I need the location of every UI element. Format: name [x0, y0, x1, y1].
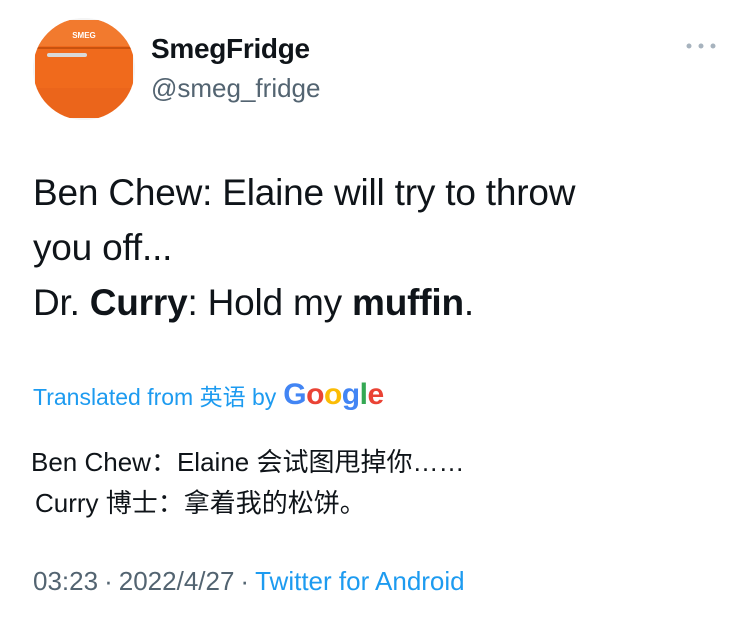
- tweet-time[interactable]: 03:23: [33, 566, 98, 596]
- more-dots-icon[interactable]: [684, 36, 718, 56]
- bold-muffin: muffin: [352, 282, 464, 323]
- translated-label[interactable]: Translated from 英语 by: [33, 378, 276, 412]
- translated-text: Ben Chew：Elaine 会试图甩掉你…… Curry 博士：拿着我的松饼…: [31, 442, 464, 524]
- svg-text:SMEG: SMEG: [72, 31, 96, 40]
- meta-separator: ·: [240, 566, 250, 596]
- tweet-date[interactable]: 2022/4/27: [119, 566, 235, 596]
- bold-curry: Curry: [89, 282, 188, 323]
- tweet-line-3: Dr. Curry: Hold my muffin.: [33, 275, 723, 330]
- tweet-line-3-mid: : Hold my: [187, 282, 353, 323]
- smeg-fridge-avatar-icon: SMEG: [33, 18, 135, 120]
- tweet-line-3-prefix: Dr.: [33, 282, 90, 323]
- tweet-card: SMEG SmegFridge @smeg_fridge Ben Chew: E…: [0, 0, 750, 621]
- tweet-meta: 03:23 · 2022/4/27 · Twitter for Android: [33, 566, 465, 597]
- meta-separator: ·: [104, 566, 113, 596]
- tweet-source[interactable]: Twitter for Android: [255, 566, 465, 596]
- tweet-line-2: you off...: [33, 227, 173, 268]
- translation-attribution[interactable]: Translated from 英语 by Google: [33, 375, 384, 415]
- google-logo: Google: [283, 378, 384, 411]
- translated-line-1: Ben Chew：Elaine 会试图甩掉你……: [31, 447, 465, 477]
- tweet-line-3-suffix: .: [463, 282, 474, 323]
- tweet-text: Ben Chew: Elaine will try to throw you o…: [33, 165, 723, 330]
- user-handle[interactable]: @smeg_fridge: [151, 73, 320, 104]
- translated-line-2: Curry 博士：拿着我的松饼。: [35, 488, 366, 518]
- avatar[interactable]: SMEG: [33, 18, 135, 120]
- display-name[interactable]: SmegFridge: [151, 33, 310, 65]
- tweet-line-1: Ben Chew: Elaine will try to throw: [33, 172, 576, 213]
